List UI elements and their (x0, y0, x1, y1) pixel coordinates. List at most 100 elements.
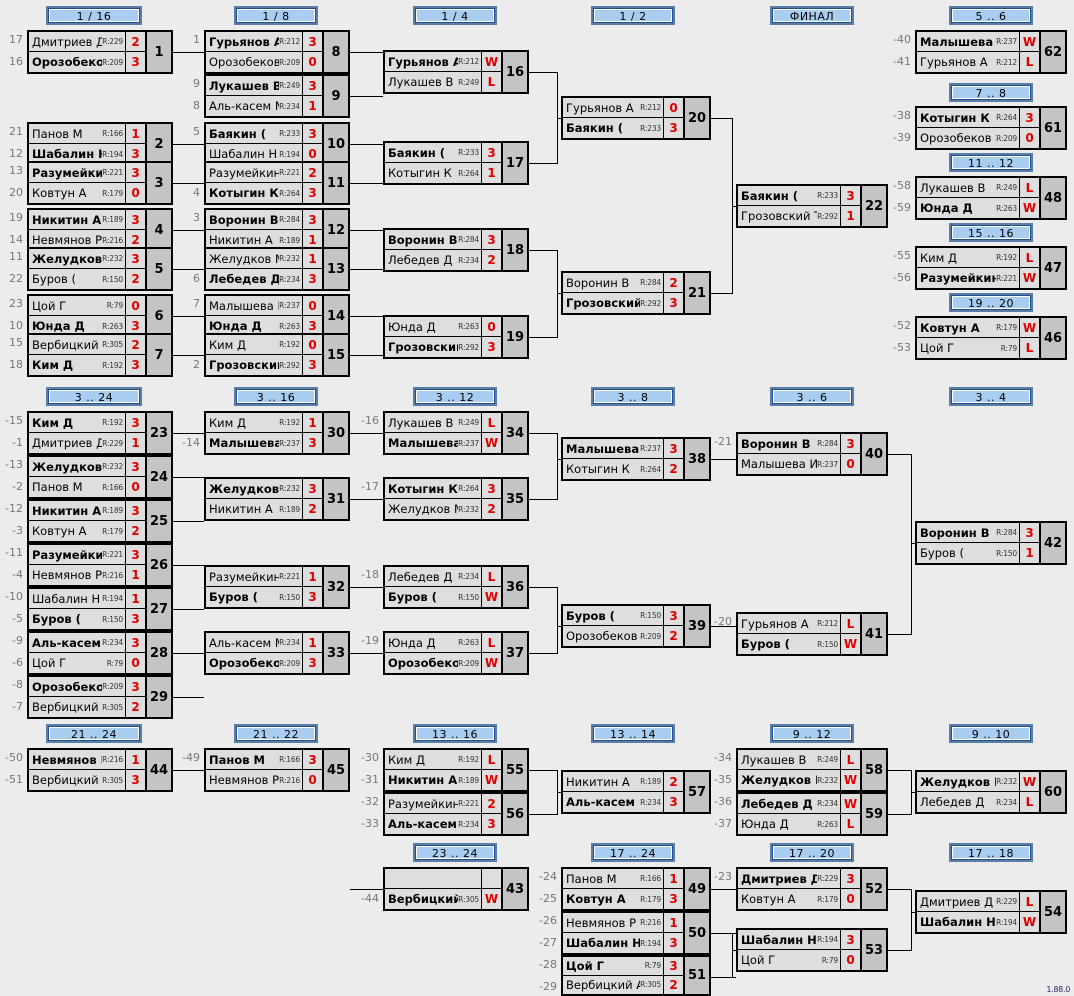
match-player-row[interactable]: Ким Д R:192 3 (29, 413, 145, 433)
round-label[interactable]: 11 .. 12 (951, 155, 1031, 170)
match-player-row[interactable]: Малышева ИR:2373 (206, 433, 322, 453)
match-box[interactable]: Ким ДR:192LРазумейкин ВR:221W47 (915, 246, 1067, 290)
match-player-row[interactable]: Малышева И R:237 0 (738, 454, 860, 474)
match-player-row[interactable]: Аль-касем МR:2343 (29, 633, 145, 653)
match-player-row[interactable]: Котыгин К R:264 1 (385, 163, 501, 183)
match-box[interactable]: Котыгин К R:264 3 Желудков М R:232 2 35 (383, 477, 529, 521)
match-player-row[interactable]: Дмитриев Д R:229 1 (29, 433, 145, 453)
match-player-row[interactable]: Панов М R:166 0 (29, 477, 145, 497)
match-player-row[interactable]: Ким Д R:192 L (917, 248, 1039, 268)
match-player-row[interactable]: Лебедев Д R:234 W (738, 794, 860, 814)
match-player-row[interactable]: Баякин (R:233 3 (563, 118, 683, 138)
match-box[interactable]: Панов М R:166 1 Шабалин Н R:194 3 2 (27, 122, 173, 166)
match-player-row[interactable]: Баякин (R:233 3 (385, 143, 501, 163)
match-box[interactable]: Котыгин К R:264 3 Орозобеков Э R:209 0 61 (915, 106, 1067, 150)
match-player-row[interactable]: Невмянов Р R:216 1 (29, 565, 145, 585)
match-box[interactable]: Баякин (R:233 3 Грозовский Т R:292 1 22 (736, 184, 888, 228)
match-player-row[interactable]: Воронин В R:284 3 (206, 210, 322, 230)
match-player-row[interactable]: Орозобеков ЭR:2090 (206, 52, 322, 72)
match-box[interactable]: Дмитриев Д R:229 3 Ковтун А R:179 0 52 (736, 867, 888, 911)
match-player-row[interactable]: Аль-касем МR:2343 (563, 792, 683, 812)
match-player-row[interactable]: Буров (R:150 W (385, 587, 501, 607)
match-player-row[interactable]: Лукашев В R:249 L (917, 178, 1039, 198)
match-player-row[interactable]: Шабалин Н R:194 W (917, 912, 1039, 932)
match-player-row[interactable]: Цой Г R:79 0 (29, 296, 145, 316)
match-player-row[interactable]: Никитин А R:189 3 (29, 210, 145, 230)
match-player-row[interactable]: Ковтун А R:179 2 (29, 521, 145, 541)
match-player-row[interactable]: Цой Г R:79 L (917, 338, 1039, 358)
match-box[interactable]: Желудков МR:2323 Буров (R:15025 (27, 247, 173, 291)
round-label[interactable]: 3 .. 6 (772, 389, 852, 404)
match-box[interactable]: Буров (R:1503Орозобеков ЭR:209239 (561, 604, 711, 648)
match-player-row[interactable]: Буров (R:150 3 (206, 587, 322, 607)
round-label[interactable]: 5 .. 6 (951, 8, 1031, 23)
match-player-row[interactable] (385, 869, 501, 889)
match-player-row[interactable]: Котыгин К R:264 3 (385, 479, 501, 499)
match-box[interactable]: Разумейкин ВR:2212Котыгин КR:264311 (204, 161, 350, 205)
match-box[interactable]: Цой Г R:79 0 Юнда Д R:263 3 6 (27, 294, 173, 338)
round-label[interactable]: 1 / 4 (415, 8, 495, 23)
match-player-row[interactable]: Никитин А R:189 W (385, 770, 501, 790)
match-player-row[interactable]: Желудков МR:2323 (29, 249, 145, 269)
match-player-row[interactable]: Шабалин Н R:194 3 (738, 930, 860, 950)
match-player-row[interactable]: Цой Г R:79 3 (563, 957, 683, 976)
match-box[interactable]: Лукашев ВR:249LМалышева ИR:237W34 (383, 411, 529, 455)
match-player-row[interactable]: Юнда Д R:263 L (738, 814, 860, 834)
match-player-row[interactable]: Воронин В R:284 3 (917, 523, 1039, 543)
match-box[interactable]: Гурьянов АR:2123Орозобеков ЭR:20908 (204, 30, 350, 74)
match-player-row[interactable]: Ковтун А R:179 W (917, 318, 1039, 338)
match-box[interactable]: Разумейкин ВR:2213Невмянов РR:216126 (27, 543, 173, 587)
match-box[interactable]: Ковтун А R:179 W Цой Г R:79 L 46 (915, 316, 1067, 360)
match-player-row[interactable]: Лебедев Д R:234 L (917, 792, 1039, 812)
match-player-row[interactable]: Воронин В R:284 3 (738, 434, 860, 454)
match-player-row[interactable]: Орозобеков ЭR:2093 (29, 52, 145, 72)
match-box[interactable]: Невмянов Р R:216 1 Шабалин Н R:194 3 50 (561, 911, 711, 955)
match-box[interactable]: Панов М R:166 3 Невмянов Р R:216 0 45 (204, 748, 350, 792)
match-player-row[interactable]: Цой Г R:79 0 (29, 653, 145, 673)
match-box[interactable]: Гурьянов А R:212 0 Баякин (R:233 3 20 (561, 96, 711, 140)
match-box[interactable]: Лукашев В R:249 3 Аль-касем М R:234 1 9 (204, 74, 350, 118)
match-player-row[interactable]: Малышева ИR:237W (917, 32, 1039, 52)
match-player-row[interactable]: Дмитриев Д R:229 2 (29, 32, 145, 52)
match-box[interactable]: Лебедев Д R:234 L Буров (R:150 W 36 (383, 565, 529, 609)
match-player-row[interactable]: Невмянов Р R:216 1 (563, 913, 683, 933)
match-box[interactable]: Малышева ИR:237W Гурьянов А R:212L62 (915, 30, 1067, 74)
match-box[interactable]: Воронин ВR:2842Грозовский ТR:292321 (561, 271, 711, 315)
round-label[interactable]: 17 .. 24 (593, 845, 673, 860)
match-player-row[interactable]: Никитин А R:189 2 (563, 772, 683, 792)
match-player-row[interactable]: Вербицкий АR:3052 (29, 697, 145, 717)
match-player-row[interactable]: Баякин (R:233 3 (738, 186, 860, 206)
round-label[interactable]: 3 .. 4 (951, 389, 1031, 404)
match-box[interactable]: Воронин В R:284 3 Малышева И R:237 0 40 (736, 432, 888, 476)
match-player-row[interactable]: Орозобеков ЭR:2090 (917, 128, 1039, 148)
match-player-row[interactable]: Орозобеков ЭR:2092 (563, 626, 683, 646)
match-player-row[interactable]: Разумейкин ВR:2211 (206, 567, 322, 587)
match-box[interactable]: Желудков МR:232W Лебедев Д R:234L60 (915, 770, 1067, 814)
match-player-row[interactable]: Ковтун А R:179 0 (738, 889, 860, 909)
match-player-row[interactable]: Никитин А R:189 2 (206, 499, 322, 519)
match-box[interactable]: Разумейкин ВR:2212Аль-касем МR:234356 (383, 792, 529, 836)
match-player-row[interactable]: Юнда Д R:263 L (385, 633, 501, 653)
round-label[interactable]: 3 .. 8 (593, 389, 673, 404)
match-box[interactable]: Баякин (R:233 3 Котыгин К R:264 1 17 (383, 141, 529, 185)
match-player-row[interactable]: Разумейкин ВR:221W (917, 268, 1039, 288)
round-label[interactable]: 3 .. 24 (48, 389, 140, 404)
match-player-row[interactable]: Орозобеков ЭR:2093 (29, 677, 145, 697)
match-player-row[interactable]: Лебедев Д R:234 2 (385, 250, 501, 270)
match-box[interactable]: Панов М R:166 1 Ковтун А R:179 3 49 (561, 867, 711, 911)
match-player-row[interactable]: Шабалин Н R:194 3 (563, 933, 683, 953)
match-player-row[interactable]: Ким Д R:192 L (385, 750, 501, 770)
match-box[interactable]: Вербицкий АR:305W43 (383, 867, 529, 911)
match-player-row[interactable]: Лебедев Д R:234 L (385, 567, 501, 587)
match-player-row[interactable]: Грозовский ТR:2923 (563, 293, 683, 313)
round-label[interactable]: 17 .. 20 (772, 845, 852, 860)
match-box[interactable]: Лукашев ВR:249LЖелудков МR:232W58 (736, 748, 888, 792)
round-label[interactable]: 13 .. 14 (593, 726, 673, 741)
match-player-row[interactable]: Вербицкий АR:305W (385, 889, 501, 909)
match-box[interactable]: Юнда ДR:2630Грозовский ТR:292319 (383, 315, 529, 359)
match-player-row[interactable]: Цой Г R:79 0 (738, 950, 860, 970)
match-player-row[interactable]: Малышева ИR:2373 (563, 439, 683, 459)
match-box[interactable]: Гурьянов А R:212 W Лукашев В R:249 L 16 (383, 50, 529, 94)
match-player-row[interactable]: Желудков М R:232 2 (385, 499, 501, 519)
round-label[interactable]: ФИНАЛ (772, 8, 852, 23)
